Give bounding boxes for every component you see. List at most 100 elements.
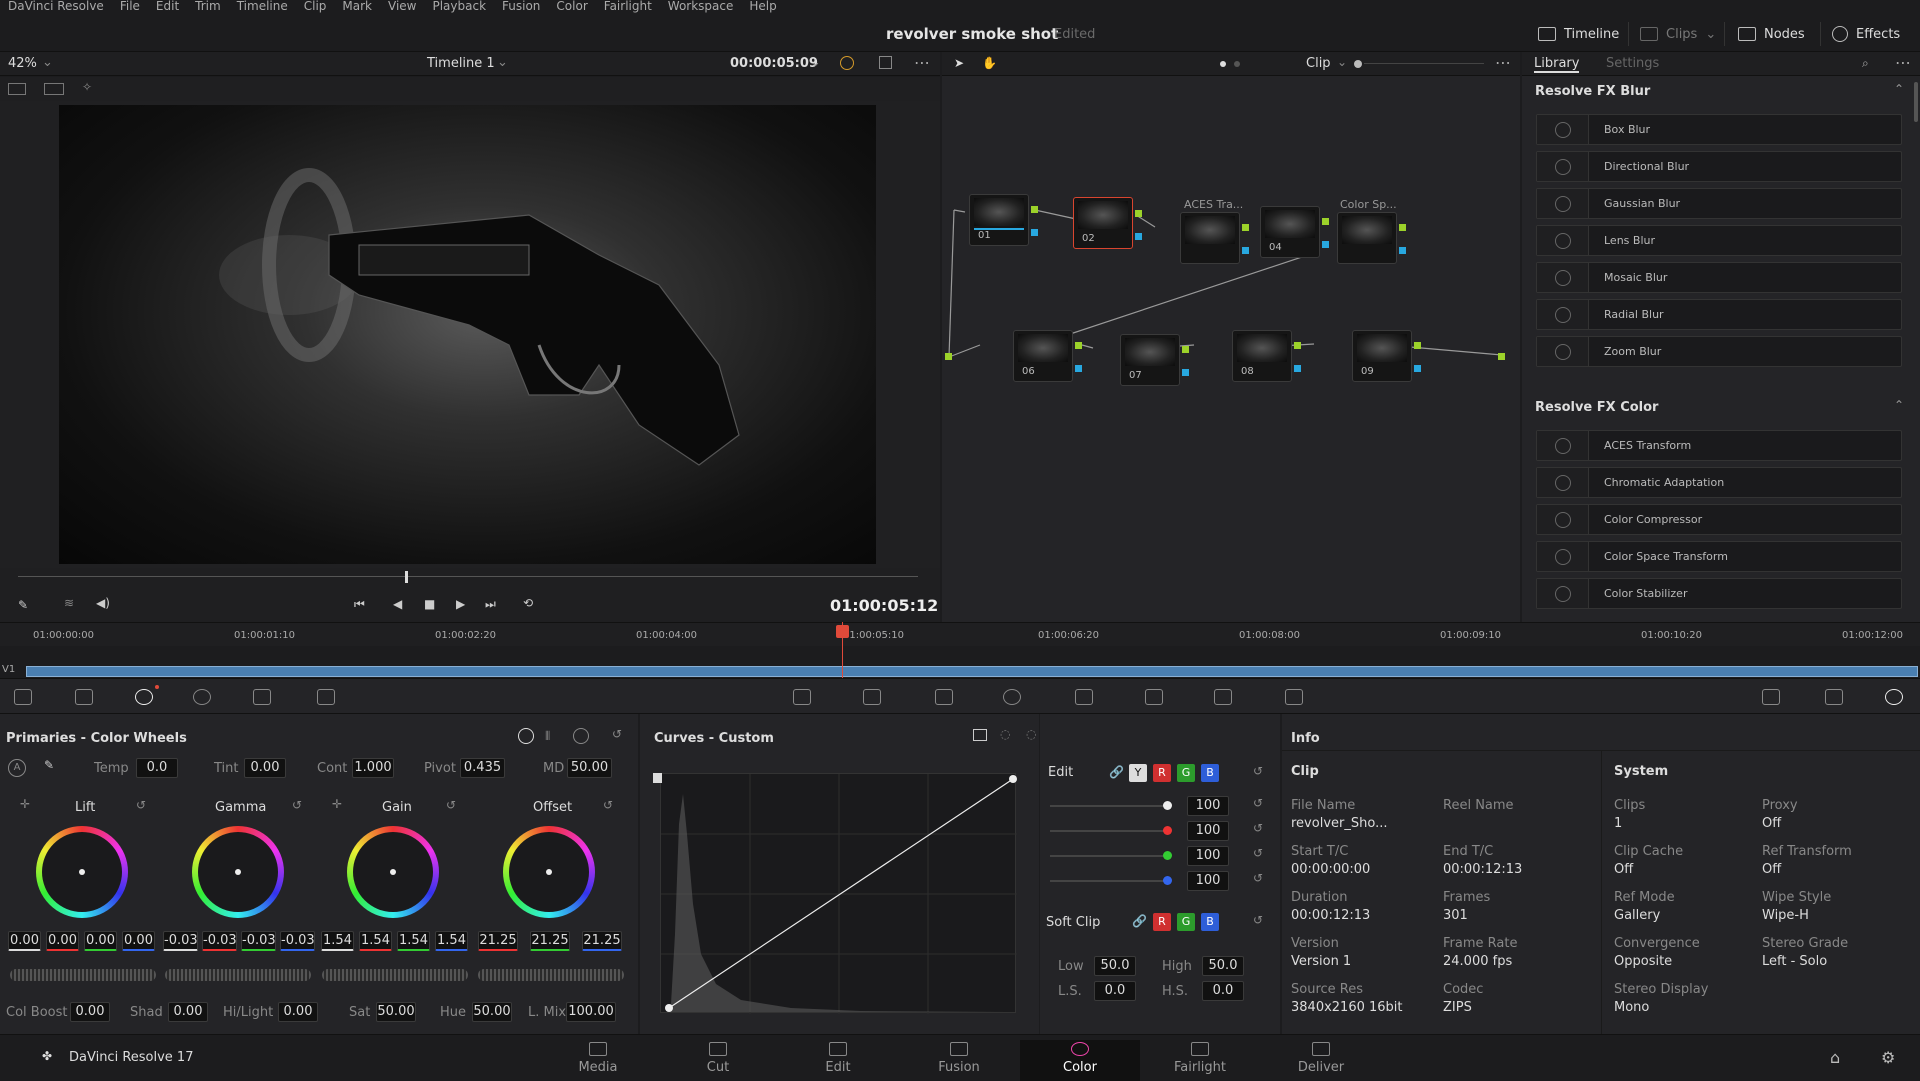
node-04[interactable]: 04 [1260, 206, 1320, 258]
stop-icon[interactable]: ■ [424, 597, 435, 611]
ls-field[interactable]: 0.0 [1094, 981, 1136, 1001]
contrast-field[interactable]: 1.000 [352, 758, 394, 778]
library-item[interactable]: ACES Transform [1536, 430, 1902, 461]
clips-toggle-button[interactable]: Clips ⌄ [1640, 24, 1716, 44]
viewer-image[interactable] [59, 105, 876, 564]
library-item[interactable]: Lens Blur [1536, 225, 1902, 256]
y-slider-knob[interactable] [1163, 801, 1172, 810]
3d-icon[interactable] [1825, 689, 1843, 705]
node-port[interactable] [1031, 229, 1038, 236]
page-color[interactable]: Color [1020, 1040, 1140, 1081]
menu-fairlight[interactable]: Fairlight [596, 0, 660, 16]
offset-g-value[interactable]: 21.25 [530, 931, 570, 951]
eyedropper-icon[interactable]: ✎ [44, 758, 54, 772]
colboost-field[interactable]: 0.00 [70, 1002, 110, 1022]
gain-master-wheel[interactable] [322, 969, 468, 981]
node-port[interactable] [1031, 206, 1038, 213]
gamma-r-value[interactable]: -0.03 [202, 931, 237, 951]
node-port[interactable] [1242, 224, 1249, 231]
gamma-b-value[interactable]: -0.03 [280, 931, 315, 951]
b-slider[interactable] [1050, 880, 1170, 882]
wheel-center-dot[interactable] [546, 869, 552, 875]
lift-g-value[interactable]: 0.00 [84, 931, 117, 951]
page-fusion[interactable]: Fusion [899, 1040, 1019, 1075]
timeline-clip[interactable] [26, 666, 1918, 677]
layers-icon[interactable]: ≋ [64, 596, 74, 610]
wheel-center-dot[interactable] [235, 869, 241, 875]
node-port[interactable] [1294, 342, 1301, 349]
library-item[interactable]: Color Compressor [1536, 504, 1902, 535]
node-output-port[interactable] [1498, 353, 1505, 360]
color-picker-icon[interactable] [840, 56, 854, 70]
curve-range-handle[interactable] [653, 773, 662, 783]
wheel-center-dot[interactable] [390, 869, 396, 875]
menu-fusion[interactable]: Fusion [494, 0, 548, 16]
sizing-icon[interactable] [1762, 689, 1780, 705]
library-section-title[interactable]: Resolve FX Color [1535, 400, 1658, 415]
menu-app[interactable]: DaVinci Resolve [0, 0, 112, 16]
menu-file[interactable]: File [112, 0, 148, 16]
search-icon[interactable]: ⌕ [1862, 56, 1869, 71]
wheels-mode-icon[interactable] [518, 728, 534, 744]
node-port[interactable] [1322, 218, 1329, 225]
menu-timeline[interactable]: Timeline [229, 0, 296, 16]
offset-b-value[interactable]: 21.25 [582, 931, 622, 951]
timeline-toggle-button[interactable]: Timeline [1538, 24, 1619, 44]
playhead-handle[interactable] [836, 625, 849, 638]
node-port[interactable] [1399, 247, 1406, 254]
color-warper-icon[interactable] [863, 689, 881, 705]
g-intensity-field[interactable]: 100 [1187, 846, 1229, 866]
softclip-r-button[interactable]: R [1153, 913, 1171, 931]
library-item[interactable]: Directional Blur [1536, 151, 1902, 182]
crosshair-icon[interactable]: ✛ [332, 797, 342, 811]
node-aces[interactable] [1180, 212, 1240, 264]
volume-icon[interactable]: ◀) [96, 596, 110, 610]
skip-start-icon[interactable]: ⏮ [354, 597, 365, 612]
node-colorspace[interactable] [1337, 212, 1397, 264]
node-07[interactable]: 07 [1120, 334, 1180, 386]
r-slider-knob[interactable] [1163, 826, 1172, 835]
b-slider-knob[interactable] [1163, 876, 1172, 885]
auto-balance-icon[interactable]: A [8, 759, 26, 777]
gain-b-value[interactable]: 1.54 [435, 931, 468, 951]
reset-icon[interactable]: ↺ [1253, 821, 1263, 835]
offset-master-wheel[interactable] [478, 969, 624, 981]
channel-g-button[interactable]: G [1177, 764, 1195, 782]
chevron-down-icon[interactable]: ⌄ [810, 55, 821, 70]
reset-icon[interactable]: ↺ [1253, 796, 1263, 810]
node-input-port[interactable] [945, 353, 952, 360]
low-field[interactable]: 50.0 [1094, 956, 1136, 976]
eyedropper-icon[interactable]: ✎ [18, 598, 28, 612]
hs-field[interactable]: 0.0 [1202, 981, 1244, 1001]
scrub-bar[interactable] [18, 576, 918, 577]
blur-icon[interactable] [1214, 689, 1232, 705]
reset-icon[interactable]: ↺ [603, 798, 613, 812]
window-icon[interactable] [1003, 689, 1021, 705]
gamma-master-wheel[interactable] [165, 969, 311, 981]
menu-color[interactable]: Color [548, 0, 595, 16]
curve-graph[interactable] [660, 773, 1017, 1014]
camera-raw-icon[interactable] [14, 689, 32, 705]
node-09[interactable]: 09 [1352, 330, 1412, 382]
magic-wand-icon[interactable]: ✧ [82, 80, 92, 94]
more-options-icon[interactable]: ⋯ [1895, 53, 1911, 72]
node-port[interactable] [1075, 342, 1082, 349]
page-media[interactable]: Media [538, 1040, 658, 1075]
node-port[interactable] [1242, 247, 1249, 254]
more-options-icon[interactable]: ⋯ [914, 53, 930, 72]
chevron-up-icon[interactable]: ⌃ [1894, 82, 1904, 96]
color-wheels-icon[interactable] [135, 689, 153, 705]
md-field[interactable]: 50.00 [567, 758, 612, 778]
reset-icon[interactable]: ↺ [1253, 764, 1263, 778]
node-port[interactable] [1399, 224, 1406, 231]
motion-effects-icon[interactable] [317, 689, 335, 705]
rgb-mixer-icon[interactable] [253, 689, 271, 705]
library-item[interactable]: Color Stabilizer [1536, 578, 1902, 609]
hue-vs-sat-icon[interactable]: ◌ [1026, 727, 1036, 741]
page-cut[interactable]: Cut [658, 1040, 778, 1075]
menu-trim[interactable]: Trim [187, 0, 229, 16]
node-port[interactable] [1135, 233, 1142, 240]
node-06[interactable]: 06 [1013, 330, 1073, 382]
temp-field[interactable]: 0.0 [136, 758, 178, 778]
g-slider-knob[interactable] [1163, 851, 1172, 860]
